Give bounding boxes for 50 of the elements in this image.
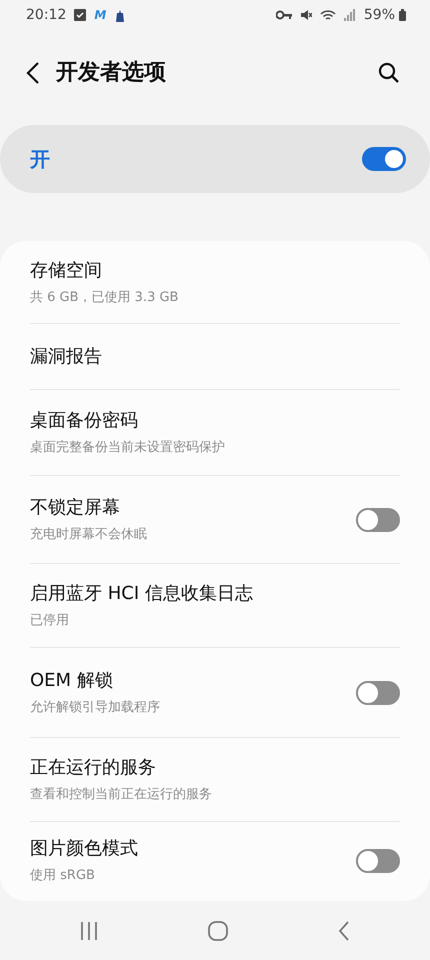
item-subtitle: 共 6 GB，已使用 3.3 GB	[30, 288, 178, 307]
item-subtitle: 桌面完整备份当前未设置密码保护	[30, 439, 225, 458]
app-icon: M	[94, 6, 106, 24]
home-button[interactable]	[208, 921, 228, 941]
back-icon	[26, 60, 40, 84]
toggle-switch[interactable]	[356, 508, 400, 532]
search-icon	[378, 62, 400, 84]
settings-item[interactable]: OEM 解锁 允许解锁引导加载程序	[0, 647, 430, 737]
key-icon	[276, 10, 292, 20]
mute-icon	[300, 9, 312, 21]
home-icon	[208, 921, 228, 941]
item-title: 图片颜色模式	[30, 837, 138, 862]
item-title: 桌面备份密码	[30, 409, 139, 434]
toggle-switch[interactable]	[356, 680, 400, 704]
settings-item[interactable]: 存储空间 共 6 GB，已使用 3.3 GB	[0, 241, 430, 323]
item-title: 正在运行的服务	[30, 756, 157, 780]
settings-item[interactable]: 漏洞报告	[0, 323, 430, 389]
item-title: 存储空间	[30, 258, 103, 283]
settings-item[interactable]: 启用蓝牙 HCI 信息收集日志 已停用	[0, 563, 430, 647]
search-button[interactable]	[378, 62, 400, 84]
page-title: 开发者选项	[56, 59, 166, 87]
recent-apps-button[interactable]	[80, 921, 98, 941]
settings-item[interactable]: 桌面备份密码 桌面完整备份当前未设置密码保护	[0, 389, 430, 475]
item-subtitle: 已停用	[30, 612, 70, 630]
item-title: OEM 解锁	[30, 669, 114, 694]
back-button[interactable]	[26, 60, 40, 84]
item-subtitle: 允许解锁引导加载程序	[30, 699, 160, 718]
toggle-switch[interactable]	[362, 147, 406, 171]
back-nav-button[interactable]	[338, 921, 350, 941]
item-title: 不锁定屏幕	[30, 496, 121, 520]
checkbox-icon	[74, 9, 86, 21]
master-switch-bar[interactable]: 开	[0, 125, 430, 193]
wifi-icon	[320, 8, 336, 22]
recents-icon	[80, 921, 98, 941]
battery-level: 59%	[364, 6, 395, 24]
battery-icon	[399, 9, 406, 21]
clock: 20:12	[26, 6, 66, 24]
master-switch-label: 开	[30, 146, 50, 173]
settings-item[interactable]: 图片颜色模式 使用 sRGB	[0, 821, 430, 899]
settings-item[interactable]: 不锁定屏幕 充电时屏幕不会休眠	[0, 475, 430, 563]
item-subtitle: 使用 sRGB	[30, 867, 96, 886]
item-subtitle: 充电时屏幕不会休眠	[30, 526, 147, 544]
toggle-switch[interactable]	[356, 848, 400, 872]
item-title: 漏洞报告	[30, 345, 102, 369]
item-title: 启用蓝牙 HCI 信息收集日志	[30, 582, 253, 606]
settings-item[interactable]: 正在运行的服务 查看和控制当前正在运行的服务	[0, 737, 430, 821]
back-icon	[338, 921, 350, 941]
signal-icon	[344, 9, 356, 21]
figure-icon	[114, 8, 126, 22]
item-subtitle: 查看和控制当前正在运行的服务	[30, 786, 212, 804]
